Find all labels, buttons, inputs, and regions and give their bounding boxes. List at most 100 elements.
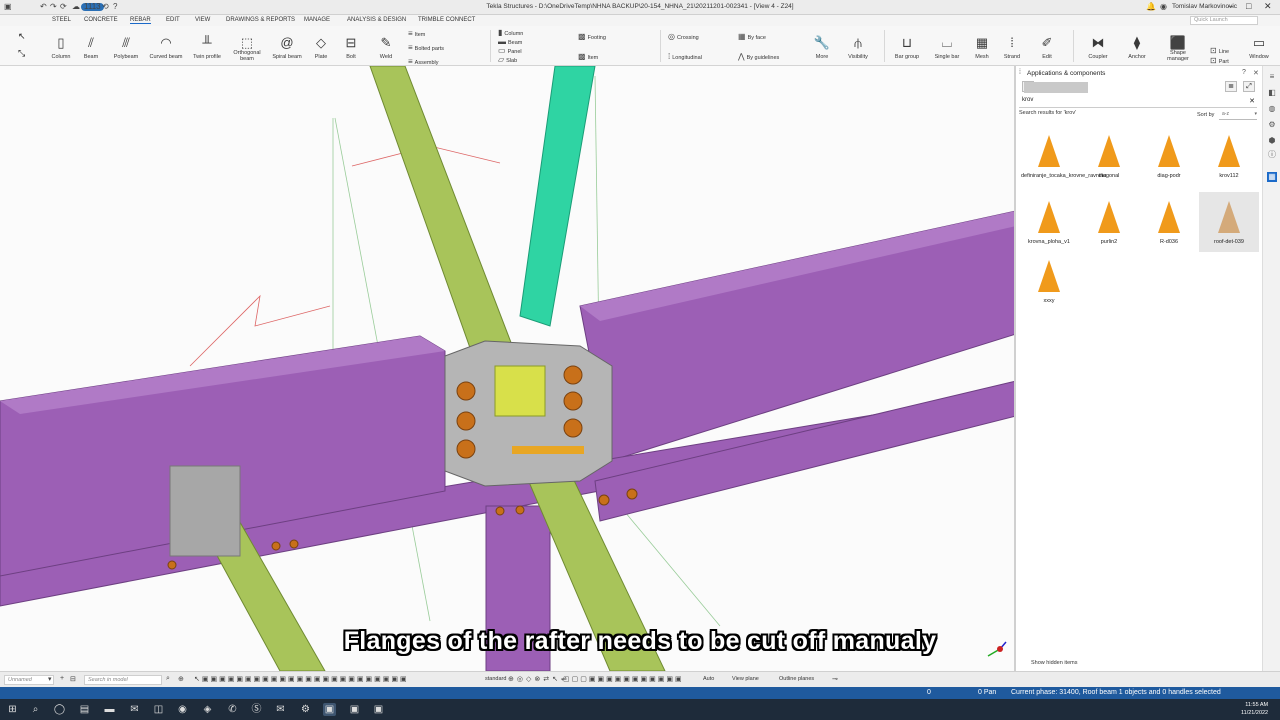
strand-button[interactable]: ⁞ Strand xyxy=(1000,26,1024,66)
close-icon[interactable]: ✕ xyxy=(1264,1,1272,12)
tab-concrete[interactable]: CONCRETE xyxy=(84,17,118,23)
tab-steel[interactable]: STEEL xyxy=(52,17,71,23)
link-icon[interactable]: ⊸ xyxy=(832,675,838,683)
chevron-down-icon[interactable]: ▾ xyxy=(48,675,52,683)
rafter-stub[interactable] xyxy=(494,365,546,417)
info-icon[interactable]: ⓘ xyxy=(1267,150,1277,160)
mail-icon[interactable]: ✉ xyxy=(128,703,141,716)
expand-panel-button[interactable]: ⤢ xyxy=(1243,81,1255,92)
show-hidden-items-link[interactable]: Show hidden items xyxy=(1031,660,1077,666)
curved-beam-button[interactable]: ◠ Curved beam xyxy=(148,26,184,66)
column-button[interactable]: ▯ Column xyxy=(48,26,74,66)
view-plane-select[interactable]: View plane xyxy=(732,676,759,682)
bell-icon[interactable]: 🔔 xyxy=(1146,2,1156,12)
component-item[interactable]: krov112 xyxy=(1199,131,1259,191)
plate-button[interactable]: ◇ Plate xyxy=(309,26,333,66)
user-avatar-icon[interactable]: ◉ xyxy=(1160,2,1167,12)
tab-view[interactable]: VIEW xyxy=(195,17,210,23)
component-search-input[interactable]: krov ✕ xyxy=(1019,97,1257,108)
catalog-tab-blank[interactable] xyxy=(1024,82,1088,93)
list-view-button[interactable]: ≣ xyxy=(1225,81,1237,92)
properties-icon[interactable]: ≡ xyxy=(1267,72,1277,82)
component-item[interactable]: xxxy xyxy=(1019,256,1079,316)
connection-plate-left[interactable] xyxy=(169,465,241,557)
footing-button[interactable]: ▩ Footing xyxy=(578,32,606,41)
concrete-panel-button[interactable]: ▭ Panel xyxy=(498,46,522,55)
spiral-beam-button[interactable]: @ Spiral beam xyxy=(270,26,304,66)
shape-manager-button[interactable]: ⬛ Shape manager xyxy=(1160,26,1196,66)
layers-icon[interactable]: ◧ xyxy=(1267,88,1277,98)
outline-planes-select[interactable]: Outline planes xyxy=(779,676,814,682)
green-rafter-upper[interactable] xyxy=(369,66,521,377)
chrome-icon[interactable]: ◉ xyxy=(176,703,189,716)
search-in-model-input[interactable]: Search in model xyxy=(84,675,162,685)
quick-launch-input[interactable]: Quick Launch xyxy=(1190,16,1258,25)
item-small-button[interactable]: ≡ Item xyxy=(408,29,425,38)
snap-mode-select[interactable]: standard xyxy=(485,676,506,682)
selection-switches-icon[interactable]: ↖▣▣▣▣▣▣▣▣▣▣▣▣▣▣▣▣▣▣▣▣▣▣▣▣ xyxy=(194,675,409,683)
outlook-icon[interactable]: ◫ xyxy=(152,703,165,716)
zoom-icon[interactable]: ⊕ xyxy=(178,675,184,683)
snap-points-icon[interactable]: ▢▢▢▣▣▣▣▣▣▣▣▣▣▣ xyxy=(563,675,684,683)
footing-item-button[interactable]: ▩ Item xyxy=(578,52,598,61)
bar-group-button[interactable]: ⊔ Bar group xyxy=(892,26,922,66)
twin-profile-button[interactable]: ╨ Twin profile xyxy=(190,26,224,66)
component-item[interactable]: purlin2 xyxy=(1079,197,1139,257)
concrete-beam-button[interactable]: ▬ Beam xyxy=(498,37,522,46)
selected-roof-beam[interactable] xyxy=(519,66,596,327)
minimize-icon[interactable]: – xyxy=(1228,1,1233,11)
bolt-button[interactable]: ⊟ Bolt xyxy=(339,26,363,66)
part-button[interactable]: ⊡ Part xyxy=(1210,56,1229,65)
search-icon[interactable]: ⌕ xyxy=(29,703,42,716)
maximize-icon[interactable]: □ xyxy=(1246,1,1251,11)
orthogonal-beam-button[interactable]: ⬚ Orthogonal beam xyxy=(229,26,265,66)
snap-switches-icon[interactable]: ⊕◎◇⊗⇄↖⇌ xyxy=(508,675,570,683)
file-explorer-icon[interactable]: ▬ xyxy=(103,703,116,716)
edit-button[interactable]: ✐ Edit xyxy=(1034,26,1060,66)
mesh-button[interactable]: ▦ Mesh xyxy=(970,26,994,66)
panel-help-icon[interactable]: ? xyxy=(1242,69,1246,76)
coupler-button[interactable]: ⧓ Coupler xyxy=(1083,26,1113,66)
bolted-parts-button[interactable]: ≡ Bolted parts xyxy=(408,43,444,52)
model-viewport[interactable] xyxy=(0,66,1016,671)
panel-pin-icon[interactable]: ⁞ xyxy=(1019,69,1021,76)
visibility-button[interactable]: ⫛ Visibility xyxy=(843,26,873,66)
component-item[interactable]: definiranje_tocaka_krovne_ravnine xyxy=(1019,131,1106,191)
tekla-app-icon[interactable]: ▣ xyxy=(348,703,361,716)
tab-manage[interactable]: MANAGE xyxy=(304,17,330,23)
add-icon[interactable]: + xyxy=(60,675,64,682)
panel-close-icon[interactable]: ✕ xyxy=(1253,69,1259,77)
search-icon[interactable]: ⌕ xyxy=(166,675,170,683)
tab-analysis-design[interactable]: ANALYSIS & DESIGN xyxy=(347,17,406,23)
window-button[interactable]: ▭ Window xyxy=(1244,26,1274,66)
crossing-button[interactable]: ◎ Crossing xyxy=(668,32,699,41)
whatsapp-icon[interactable]: ✆ xyxy=(226,703,239,716)
tab-drawings-reports[interactable]: DRAWINGS & REPORTS xyxy=(226,17,295,23)
auto-select[interactable]: Auto xyxy=(703,676,714,682)
by-guidelines-button[interactable]: ⋀ By guidelines xyxy=(738,52,779,61)
tab-edit[interactable]: EDIT xyxy=(166,17,180,23)
anchor-button[interactable]: ⧫ Anchor xyxy=(1122,26,1152,66)
app-orange-icon[interactable]: ◈ xyxy=(201,703,214,716)
longitudinal-button[interactable]: ⁞ Longitudinal xyxy=(668,52,702,61)
weld-button[interactable]: ✎ Weld xyxy=(374,26,398,66)
settings-icon[interactable]: ⚙ xyxy=(1267,120,1277,130)
single-bar-button[interactable]: ⌴ Single bar xyxy=(932,26,962,66)
concrete-column-button[interactable]: ▮ Column xyxy=(498,28,523,37)
windows-start-icon[interactable]: ⊞ xyxy=(6,703,19,716)
concrete-slab-button[interactable]: ▱ Slab xyxy=(498,55,517,64)
component-item-selected[interactable]: roof-det-039 xyxy=(1199,192,1259,252)
taskbar-clock[interactable]: 11:55 AM 11/21/2022 xyxy=(1241,701,1268,717)
collapse-icon[interactable]: ⊟ xyxy=(70,675,76,683)
tab-rebar[interactable]: REBAR xyxy=(130,17,151,24)
globe-icon[interactable]: ◍ xyxy=(1267,104,1277,114)
app-gear-icon[interactable]: ⚙ xyxy=(299,703,312,716)
task-view-icon[interactable]: ◯ xyxy=(53,703,66,716)
select-cross-icon[interactable]: ⤡ xyxy=(18,48,25,59)
component-item[interactable]: R-d036 xyxy=(1139,197,1199,257)
model-3d-scene[interactable] xyxy=(0,66,1016,671)
line-button[interactable]: ⊡ Line xyxy=(1210,46,1229,55)
selection-filter-select[interactable]: Unnamed xyxy=(4,675,54,685)
beam-button[interactable]: ⫽ Beam xyxy=(78,26,104,66)
component-item[interactable]: diag-podr xyxy=(1139,131,1199,191)
